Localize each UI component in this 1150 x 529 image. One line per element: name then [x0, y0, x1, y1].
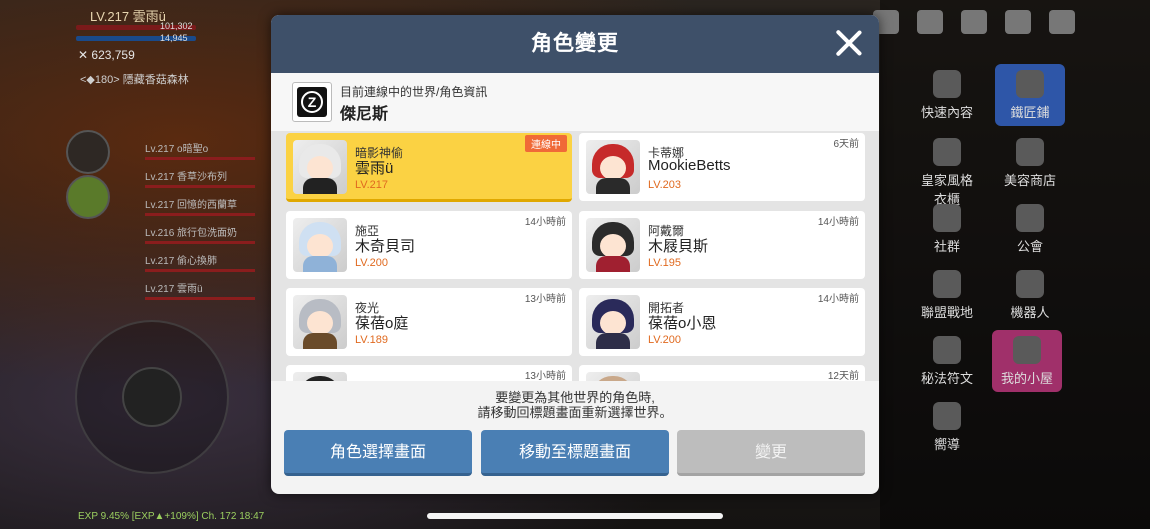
note-line: 請移動回標題畫面重新選擇世界。 — [477, 405, 673, 420]
party-member: Lv.217 偷心換肺 — [145, 252, 255, 272]
character-card[interactable]: 12天前 — [579, 365, 865, 381]
scroll-icon[interactable] — [66, 130, 110, 174]
character-name: MookieBetts — [648, 157, 731, 174]
party-member: Lv.217 雲雨ü — [145, 280, 255, 300]
character-avatar — [586, 218, 640, 272]
closet-icon — [933, 138, 961, 166]
party-member: Lv.217 香草沙布列 — [145, 168, 255, 188]
character-level: LV.200 — [648, 334, 682, 346]
mail-icon[interactable] — [961, 10, 987, 34]
guild-icon — [1016, 204, 1044, 232]
character-name: 雲雨ü — [355, 160, 394, 177]
character-card[interactable]: 卡蒂娜 MookieBetts LV.203 6天前 — [579, 133, 865, 201]
menu-royal-closet[interactable]: 皇家風格 衣櫃 — [912, 132, 982, 207]
robot-icon — [1016, 270, 1044, 298]
last-login-time: 12天前 — [827, 371, 859, 381]
dialog-title: 角色變更 — [531, 32, 619, 55]
menu-my-home[interactable]: 我的小屋 — [992, 330, 1062, 392]
last-login-time: 13小時前 — [524, 371, 566, 381]
character-name: 葆蓓o庭 — [355, 315, 409, 332]
character-avatar — [586, 295, 640, 349]
party-member: Lv.217 回憶的西蘭草 — [145, 196, 255, 216]
menu-guild[interactable]: 公會 — [995, 198, 1065, 260]
top-icons — [873, 10, 1093, 39]
close-icon[interactable] — [833, 27, 865, 59]
change-button[interactable]: 變更 — [677, 430, 865, 476]
character-card[interactable]: 夜光 葆蓓o庭 LV.189 13小時前 — [286, 288, 572, 356]
menu-robot[interactable]: 機器人 — [995, 264, 1065, 326]
menu-blacksmith[interactable]: 鐵匠鋪 — [995, 64, 1065, 126]
world-name: 傑尼斯 — [340, 106, 389, 123]
party-member: Lv.216 旅行包洗面奶 — [145, 224, 255, 244]
guide-icon — [933, 402, 961, 430]
character-list[interactable]: 暗影神偷 雲雨ü LV.217 連線中 卡蒂娜 MookieBetts LV.2… — [271, 131, 879, 381]
last-login-time: 14小時前 — [817, 217, 859, 228]
combat-power-value: 623,759 — [91, 48, 135, 62]
character-icon[interactable] — [1005, 10, 1031, 34]
character-level: LV.217 — [355, 179, 389, 191]
last-login-time: 14小時前 — [524, 217, 566, 228]
menu-community[interactable]: 社群 — [912, 198, 982, 260]
union-icon — [933, 270, 961, 298]
character-level: LV.195 — [648, 257, 682, 269]
character-avatar — [293, 372, 347, 381]
character-select-button[interactable]: 角色選擇畫面 — [284, 430, 472, 476]
character-avatar — [293, 218, 347, 272]
shop-icon[interactable] — [917, 10, 943, 34]
virtual-joystick[interactable] — [75, 320, 229, 474]
home-indicator[interactable] — [427, 513, 723, 519]
character-avatar — [586, 372, 640, 381]
combat-power: ✕ 623,759 — [78, 48, 135, 62]
character-level: LV.189 — [355, 334, 389, 346]
menu-beauty-shop[interactable]: 美容商店 — [995, 132, 1065, 194]
joystick-knob[interactable] — [122, 367, 182, 427]
character-card[interactable]: 施亞 木奇貝司 LV.200 14小時前 — [286, 211, 572, 279]
hp-value: 101,302 — [160, 21, 193, 31]
menu-arcane-symbol[interactable]: 秘法符文 — [912, 330, 982, 392]
close-menu-icon[interactable] — [1049, 10, 1075, 34]
house-icon — [1013, 336, 1041, 364]
character-avatar — [586, 140, 640, 194]
character-change-dialog: 角色變更 Z 目前連線中的世界/角色資訊 傑尼斯 暗影神偷 雲雨ü LV.217… — [271, 15, 879, 494]
character-name: 木奇貝司 — [355, 238, 416, 255]
mp-value: 14,945 — [160, 33, 188, 43]
character-name: 木屐貝斯 — [648, 238, 709, 255]
last-login-time: 6天前 — [833, 139, 859, 150]
pet-icon[interactable] — [66, 175, 110, 219]
last-login-time: 13小時前 — [524, 294, 566, 305]
menu-quick-content[interactable]: 快速內容 — [912, 64, 982, 126]
character-card[interactable]: 阿戴爾 木屐貝斯 LV.195 14小時前 — [579, 211, 865, 279]
character-card[interactable]: 13小時前 — [286, 365, 572, 381]
character-card[interactable]: 暗影神偷 雲雨ü LV.217 連線中 — [286, 133, 572, 202]
menu-guide[interactable]: 嚮導 — [912, 396, 982, 458]
online-badge: 連線中 — [525, 135, 567, 152]
last-login-time: 14小時前 — [817, 294, 859, 305]
current-world-info: Z 目前連線中的世界/角色資訊 傑尼斯 — [271, 73, 879, 131]
character-avatar — [293, 140, 347, 194]
world-change-note: 要變更為其他世界的角色時, 請移動回標題畫面重新選擇世界。 — [271, 390, 879, 420]
party-member: Lv.217 o暗聖o — [145, 140, 255, 160]
character-card[interactable]: 開拓者 葆蓓o小恩 LV.200 14小時前 — [579, 288, 865, 356]
title-screen-button[interactable]: 移動至標題畫面 — [481, 430, 669, 476]
scissors-icon — [1016, 138, 1044, 166]
character-avatar — [293, 295, 347, 349]
menu-union[interactable]: 聯盟戰地 — [912, 264, 982, 326]
note-line: 要變更為其他世界的角色時, — [495, 390, 655, 405]
player-level-name: LV.217 雲雨ü — [90, 9, 166, 24]
anvil-icon — [1016, 70, 1044, 98]
character-level: LV.200 — [355, 257, 389, 269]
map-name: <◆180> 隱藏香菇森林 — [80, 74, 189, 86]
quick-content-icon — [933, 70, 961, 98]
player-hud: LV.217 雲雨ü 101,302 14,945 ✕ 623,759 <◆18… — [0, 0, 272, 529]
exp-status: EXP 9.45% [EXP▲+109%] Ch. 172 18:47 — [78, 511, 265, 522]
character-name: 葆蓓o小恩 — [648, 315, 717, 332]
world-icon: Z — [292, 82, 332, 122]
dialog-header: 角色變更 — [271, 15, 879, 73]
world-caption: 目前連線中的世界/角色資訊 — [340, 85, 488, 99]
symbol-icon — [933, 336, 961, 364]
community-icon — [933, 204, 961, 232]
character-level: LV.203 — [648, 179, 682, 191]
